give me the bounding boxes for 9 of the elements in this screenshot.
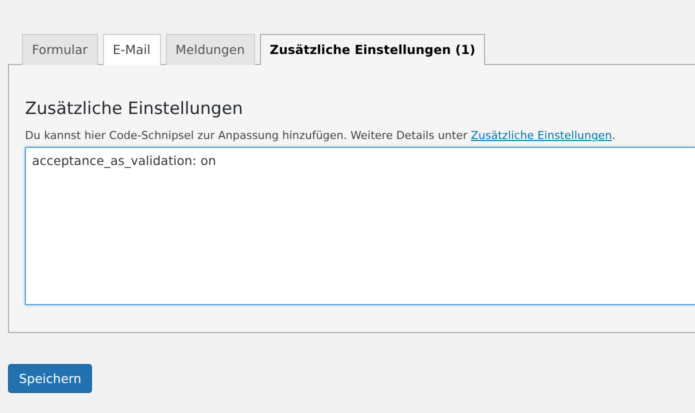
code-field[interactable]: acceptance_as_validation: on bbox=[25, 147, 695, 305]
tab[interactable]: Formular bbox=[22, 34, 98, 65]
tab[interactable]: E-Mail bbox=[102, 34, 160, 65]
settings-link[interactable]: Zusätzliche Einstellungen bbox=[470, 129, 612, 142]
tab[interactable]: Meldungen bbox=[166, 34, 255, 65]
save-button[interactable]: Speichern bbox=[8, 364, 92, 393]
section-heading: Zusätzliche Einstellungen bbox=[25, 99, 244, 119]
description-text: Du kannst hier Code-Schnipsel zur Anpassung hinzufügen. Weitere Details unter Zusätzliche Einstellungen. bbox=[25, 129, 616, 142]
tab[interactable]: Zusätzliche Einstellungen (1) bbox=[260, 34, 486, 65]
